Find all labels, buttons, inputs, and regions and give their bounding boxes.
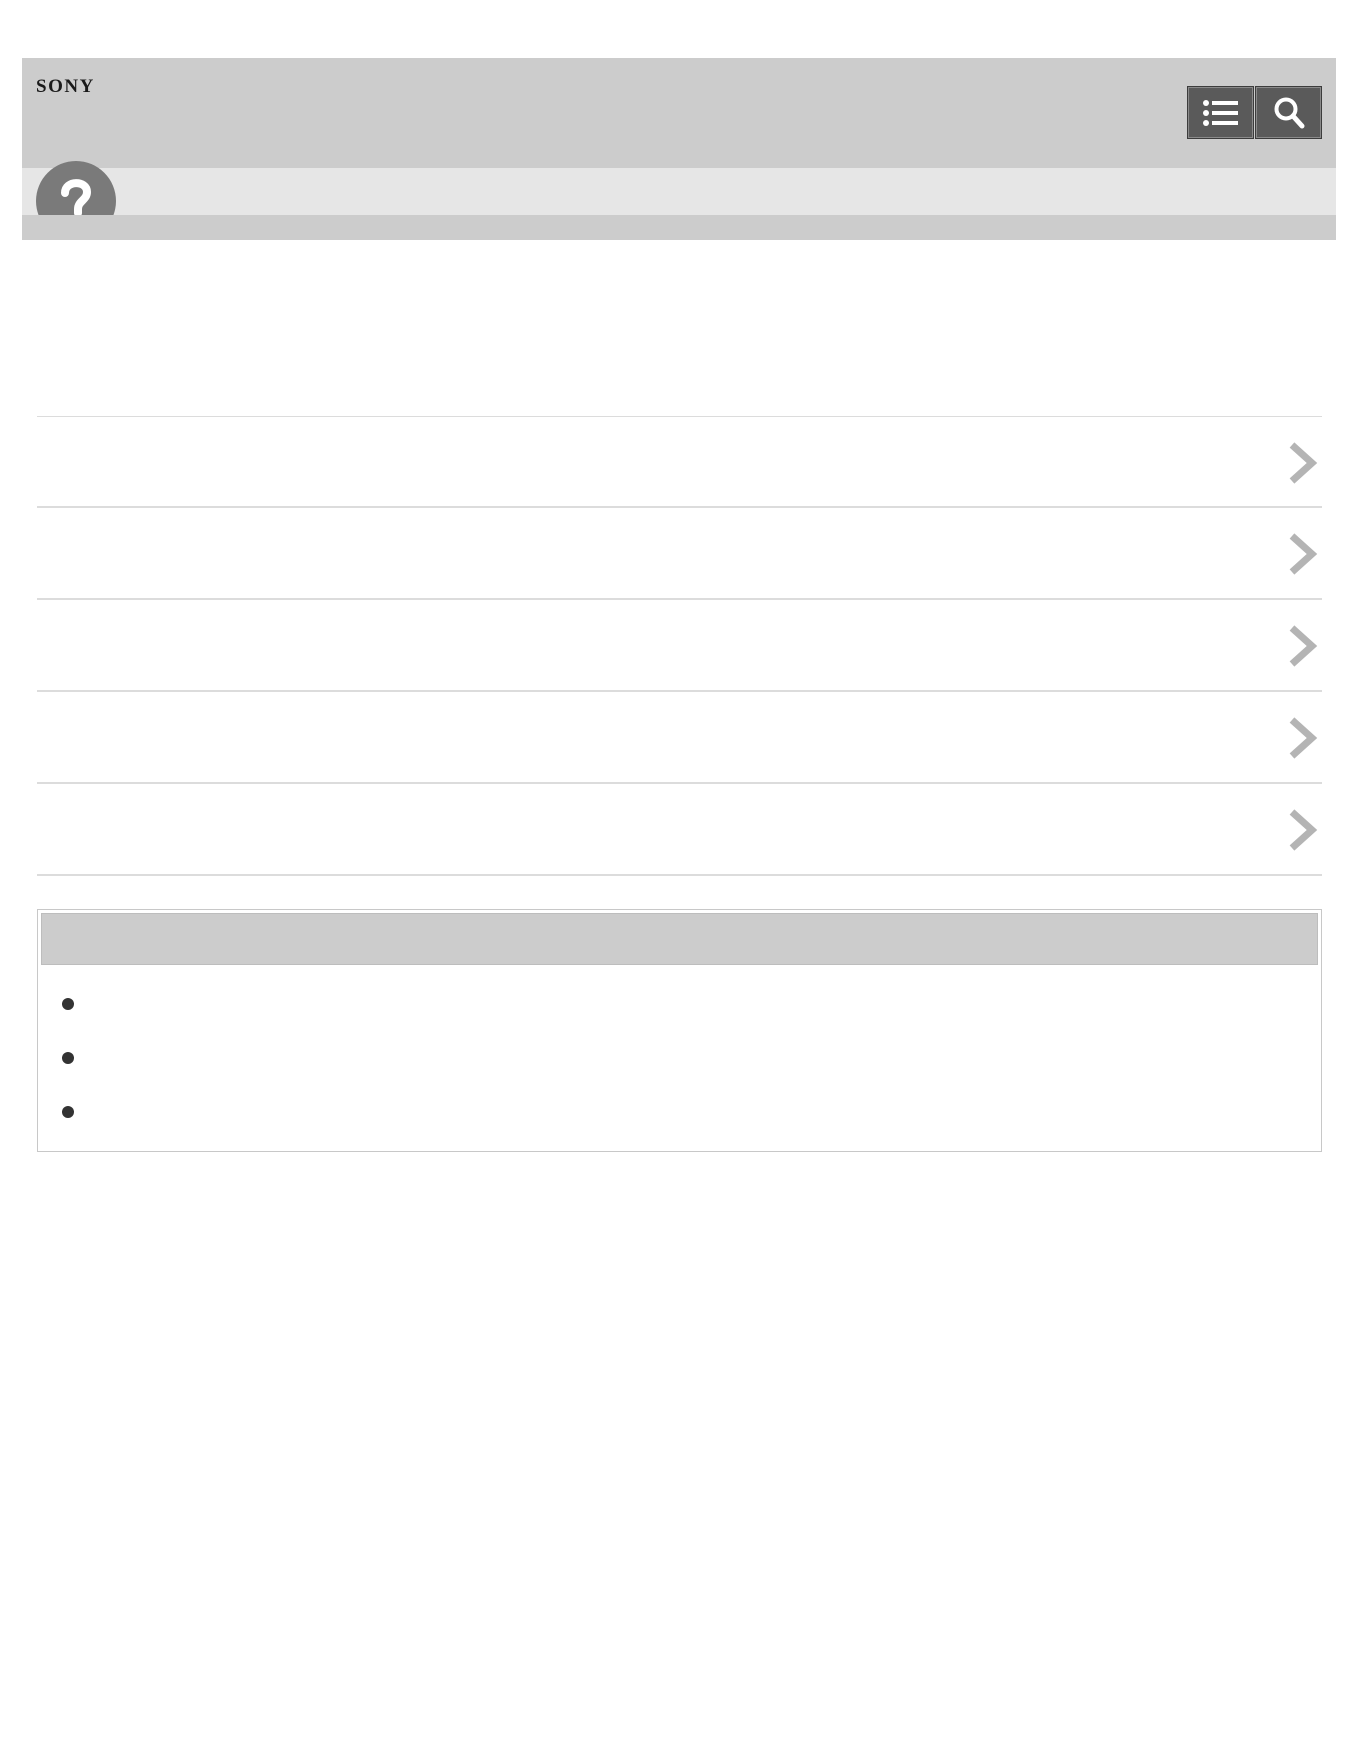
table-of-contents-button[interactable] [1187, 86, 1254, 139]
question-mark-icon [35, 160, 118, 215]
title-band-footer [22, 215, 1336, 240]
sony-logo[interactable]: SONY [36, 76, 95, 98]
site-header: SONY [22, 58, 1336, 168]
chevron-right-icon [1289, 442, 1318, 484]
list-item[interactable] [37, 416, 1322, 508]
list-item[interactable] [37, 600, 1322, 692]
bullet-icon [62, 1052, 74, 1064]
note-item [38, 998, 1321, 1052]
chevron-right-icon [1289, 625, 1318, 667]
search-icon [1274, 97, 1304, 128]
chevron-right-icon [1289, 809, 1318, 851]
note-list [38, 998, 1321, 1160]
search-button[interactable] [1255, 86, 1322, 139]
bullet-icon [62, 1106, 74, 1118]
note-item [38, 1106, 1321, 1160]
page-title-band [22, 168, 1336, 215]
chevron-right-icon [1289, 533, 1318, 575]
bullet-icon [62, 998, 74, 1010]
list-item[interactable] [37, 508, 1322, 600]
chevron-right-icon [1289, 717, 1318, 759]
topic-list [37, 416, 1322, 876]
note-item [38, 1052, 1321, 1106]
list-icon [1202, 99, 1238, 126]
note-box [37, 909, 1322, 1152]
list-item[interactable] [37, 784, 1322, 876]
note-header [41, 913, 1318, 965]
list-item[interactable] [37, 692, 1322, 784]
